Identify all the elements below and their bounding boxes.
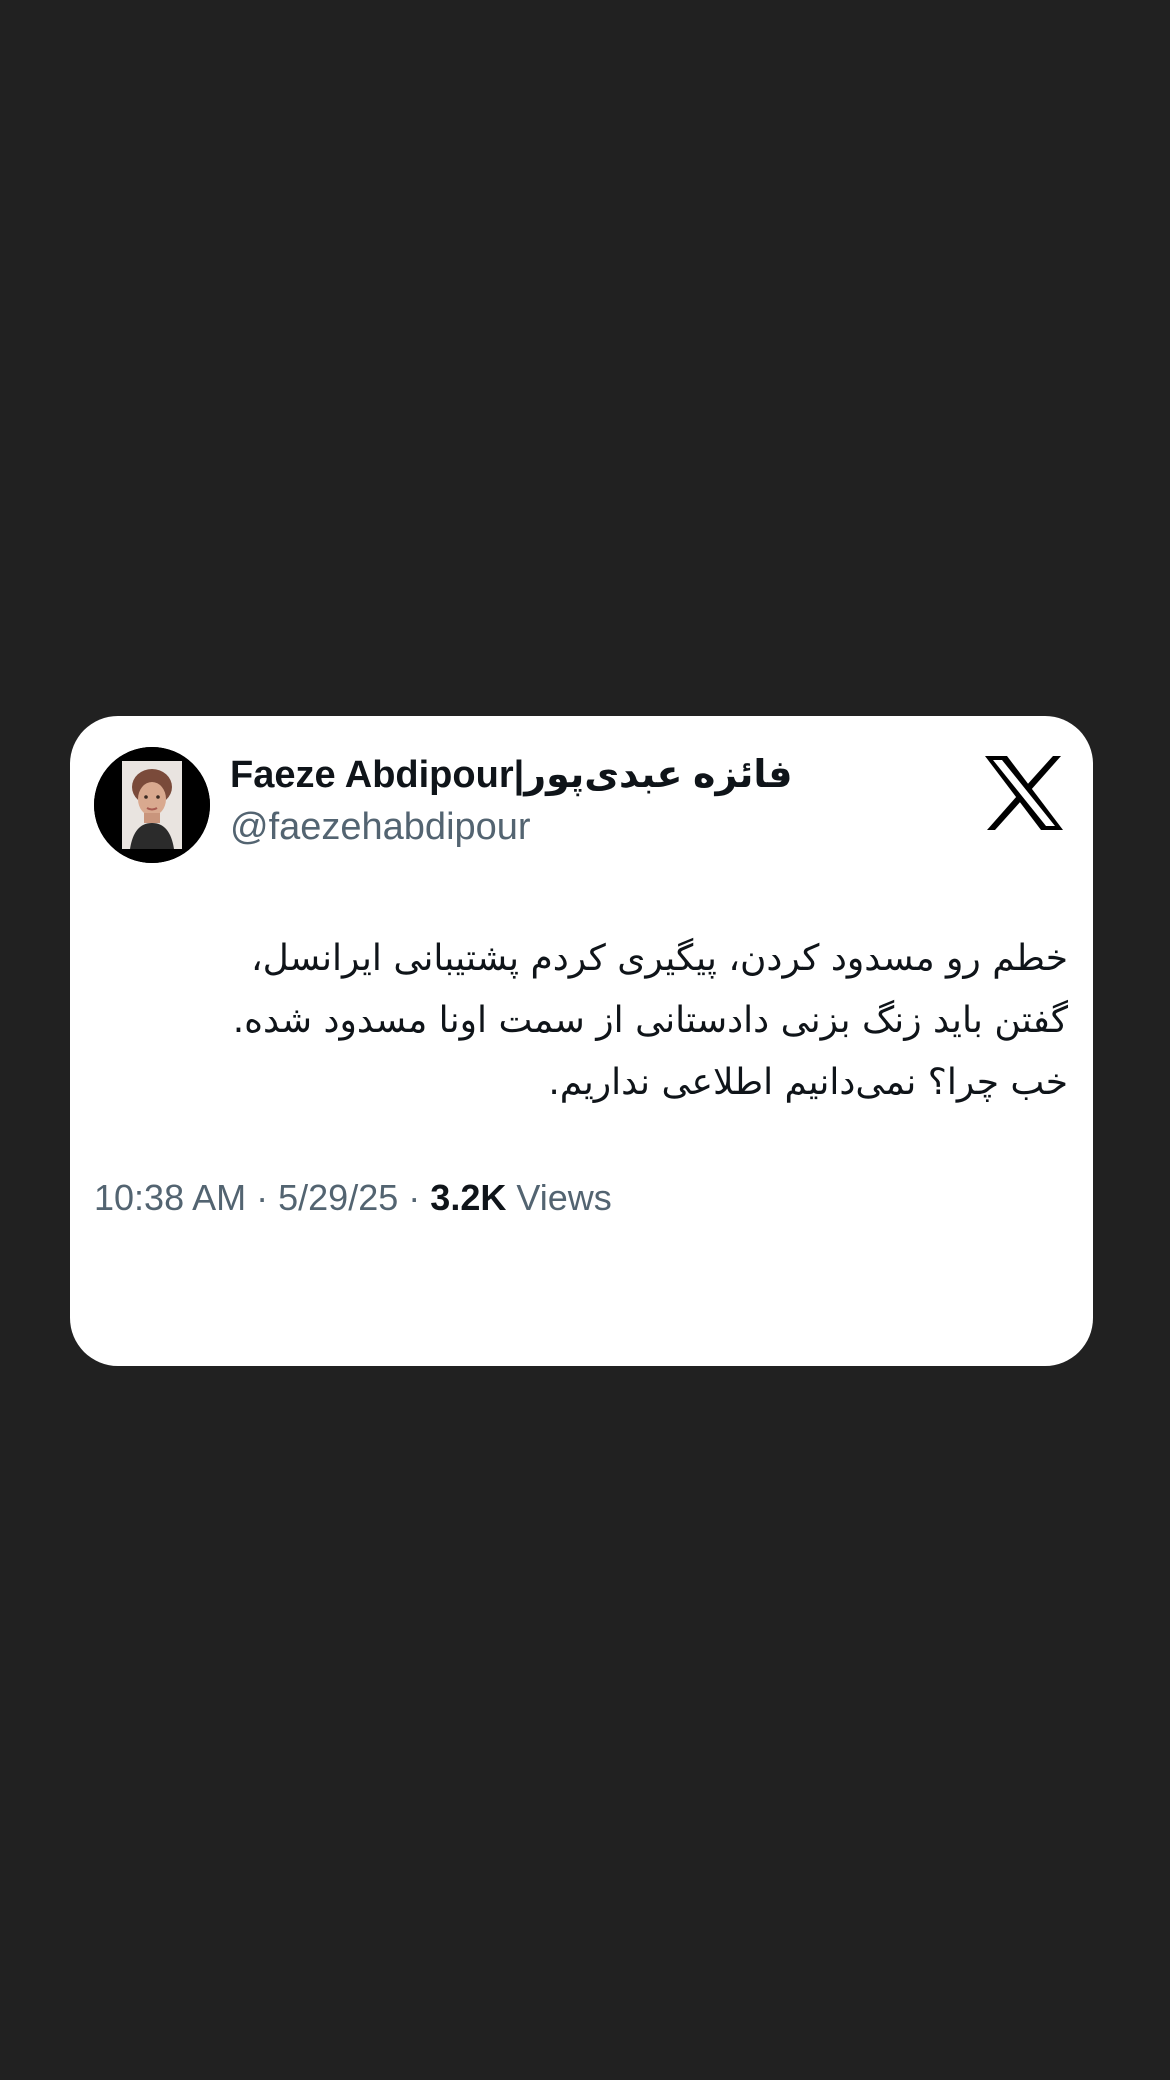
tweet-text: خطم رو مسدود کردن، پیگیری کردم پشتیبانی … xyxy=(130,928,1068,1114)
views-count: 3.2K xyxy=(430,1177,507,1218)
author-display-name[interactable]: Faeze Abdipour|فائزه عبدی‌پور xyxy=(230,756,793,794)
author-handle[interactable]: @faezehabdipour xyxy=(230,808,531,846)
tweet-text-line: خب چرا؟ نمی‌دانیم اطلاعی نداریم. xyxy=(548,1062,1068,1103)
tweet-meta: 10:38 AM · 5/29/25 · 3.2K Views xyxy=(94,1176,612,1219)
tweet-text-line: خطم رو مسدود کردن، پیگیری کردم پشتیبانی … xyxy=(250,938,1068,979)
tweet-date[interactable]: 5/29/25 xyxy=(278,1177,398,1218)
meta-separator: · xyxy=(256,1177,269,1218)
views-label: Views xyxy=(516,1177,612,1218)
tweet-time[interactable]: 10:38 AM xyxy=(94,1177,246,1218)
x-logo-icon[interactable] xyxy=(983,754,1065,832)
tweet-text-line: گفتن باید زنگ بزنی دادستانی از سمت اونا … xyxy=(232,1000,1068,1041)
meta-separator: · xyxy=(408,1177,421,1218)
tweet-card[interactable]: Faeze Abdipour|فائزه عبدی‌پور @faezehabd… xyxy=(70,716,1093,1366)
author-avatar[interactable] xyxy=(94,747,210,863)
